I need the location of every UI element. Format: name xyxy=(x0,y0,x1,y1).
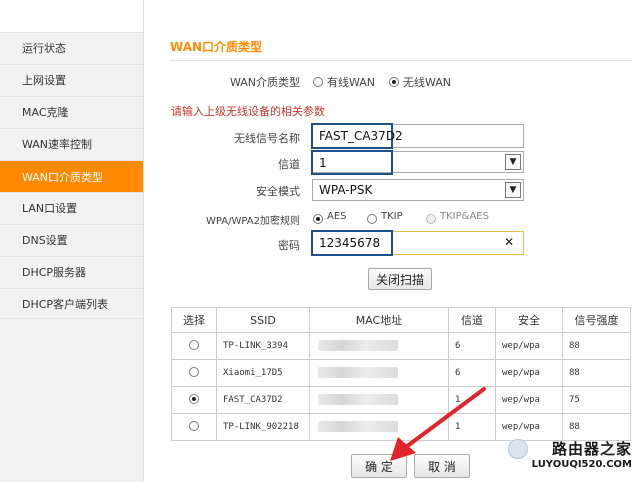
password-label: 密码 xyxy=(278,239,300,252)
table-row[interactable]: TP-LINK_3394 6 wep/wpa 88 xyxy=(171,332,631,360)
mac-cell xyxy=(309,332,449,360)
security-label: 安全模式 xyxy=(256,185,300,198)
radio-tkip[interactable] xyxy=(367,214,377,224)
watermark-url: LUYOUQI520.COM xyxy=(531,459,632,470)
channel-label: 信道 xyxy=(278,158,300,171)
annotation-arrow-icon xyxy=(390,387,486,461)
ssid-value: FAST_CA37D2 xyxy=(319,129,403,143)
watermark-title: 路由器之家 xyxy=(551,440,632,458)
sidebar-item-dns[interactable]: DNS设置 xyxy=(0,224,143,255)
title-divider xyxy=(170,60,632,61)
security-cell: wep/wpa xyxy=(495,386,563,414)
col-ssid: SSID xyxy=(216,307,310,333)
medium-type-label: WAN介质类型 xyxy=(229,76,300,89)
row-radio[interactable] xyxy=(189,393,199,404)
sidebar-item-wan-rate[interactable]: WAN速率控制 xyxy=(0,128,143,159)
password-value: 12345678 xyxy=(319,236,381,250)
chevron-down-icon[interactable]: ▼ xyxy=(505,154,521,170)
ssid-label: 无线信号名称 xyxy=(234,132,300,145)
row-select-cell xyxy=(171,386,217,414)
sidebar-item-status[interactable]: 运行状态 xyxy=(0,32,143,63)
sidebar-item-label: DHCP客户端列表 xyxy=(22,297,109,311)
row-select-cell xyxy=(171,332,217,360)
sidebar-item-wan-medium[interactable]: WAN口介质类型 xyxy=(0,160,143,192)
sidebar-item-dhcp-clients[interactable]: DHCP客户端列表 xyxy=(0,288,143,319)
signal-cell: 88 xyxy=(562,332,631,360)
mac-cell xyxy=(309,359,449,387)
radio-wireless-wan-label: 无线WAN xyxy=(403,76,452,89)
param-prompt: 请输入上级无线设备的相关参数 xyxy=(171,105,325,118)
password-input[interactable]: 12345678 xyxy=(311,230,393,256)
sidebar-item-label: DNS设置 xyxy=(22,234,68,247)
table-header-row: 选择 SSID MAC地址 信道 安全 信号强度 xyxy=(171,307,631,333)
ssid-cell: Xiaomi_17D5 xyxy=(216,359,310,387)
col-mac: MAC地址 xyxy=(309,307,449,333)
sidebar-item-internet[interactable]: 上网设置 xyxy=(0,64,143,95)
chevron-down-icon[interactable]: ▼ xyxy=(505,182,521,198)
signal-cell: 75 xyxy=(562,386,631,414)
mac-redacted xyxy=(318,340,398,352)
radio-tkip-aes[interactable] xyxy=(426,214,436,224)
radio-wired-wan-label: 有线WAN xyxy=(327,76,376,89)
security-select[interactable]: WPA-PSK ▼ xyxy=(312,179,524,201)
signal-cell: 88 xyxy=(562,359,631,387)
col-select: 选择 xyxy=(171,307,217,333)
security-value: WPA-PSK xyxy=(319,183,373,197)
signal-cell: 88 xyxy=(562,413,631,441)
row-radio[interactable] xyxy=(189,339,199,350)
sidebar-item-lan[interactable]: LAN口设置 xyxy=(0,192,143,223)
radio-wired-wan[interactable] xyxy=(313,77,323,87)
sidebar-item-label: WAN口介质类型 xyxy=(22,170,104,184)
sidebar-item-label: WAN速率控制 xyxy=(22,138,93,151)
watermark-logo-icon xyxy=(508,439,528,459)
security-cell: wep/wpa xyxy=(495,332,563,360)
clear-icon[interactable]: ✕ xyxy=(504,235,514,249)
channel-value: 1 xyxy=(319,155,327,170)
mac-redacted xyxy=(318,367,398,379)
sidebar-item-mac-clone[interactable]: MAC克隆 xyxy=(0,96,143,127)
ssid-cell: FAST_CA37D2 xyxy=(216,386,310,414)
row-select-cell xyxy=(171,413,217,441)
row-select-cell xyxy=(171,359,217,387)
row-radio[interactable] xyxy=(189,366,199,377)
radio-aes-label: AES xyxy=(327,211,347,222)
sidebar-item-label: LAN口设置 xyxy=(22,202,78,215)
radio-tkip-label: TKIP xyxy=(381,211,403,222)
row-radio[interactable] xyxy=(189,420,199,431)
encryption-label: WPA/WPA2加密规则 xyxy=(206,216,300,227)
col-security: 安全 xyxy=(495,307,563,333)
col-signal: 信号强度 xyxy=(562,307,631,333)
sidebar-top xyxy=(0,0,143,32)
close-scan-button[interactable]: 关闭扫描 xyxy=(368,268,432,290)
security-cell: wep/wpa xyxy=(495,413,563,441)
page-title: WAN口介质类型 xyxy=(170,40,263,54)
sidebar-item-label: 运行状态 xyxy=(22,42,66,55)
watermark: 路由器之家 LUYOUQI520.COM xyxy=(514,438,632,470)
ssid-cell: TP-LINK_3394 xyxy=(216,332,310,360)
security-cell: wep/wpa xyxy=(495,359,563,387)
channel-cell: 6 xyxy=(448,359,496,387)
sidebar-item-label: MAC克隆 xyxy=(22,106,69,119)
col-channel: 信道 xyxy=(448,307,496,333)
channel-highlight: 1 xyxy=(311,150,393,175)
ssid-cell: TP-LINK_902218 xyxy=(216,413,310,441)
sidebar: 运行状态 上网设置 MAC克隆 WAN速率控制 WAN口介质类型 LAN口设置 … xyxy=(0,0,144,482)
channel-cell: 6 xyxy=(448,332,496,360)
sidebar-item-label: 上网设置 xyxy=(22,74,66,87)
radio-wireless-wan[interactable] xyxy=(389,77,399,87)
sidebar-item-label: DHCP服务器 xyxy=(22,266,87,279)
radio-aes[interactable] xyxy=(313,214,323,224)
radio-tkip-aes-label: TKIP&AES xyxy=(440,211,489,222)
table-row[interactable]: Xiaomi_17D5 6 wep/wpa 88 xyxy=(171,359,631,387)
ssid-input[interactable]: FAST_CA37D2 xyxy=(311,123,403,149)
sidebar-item-dhcp-server[interactable]: DHCP服务器 xyxy=(0,256,143,287)
